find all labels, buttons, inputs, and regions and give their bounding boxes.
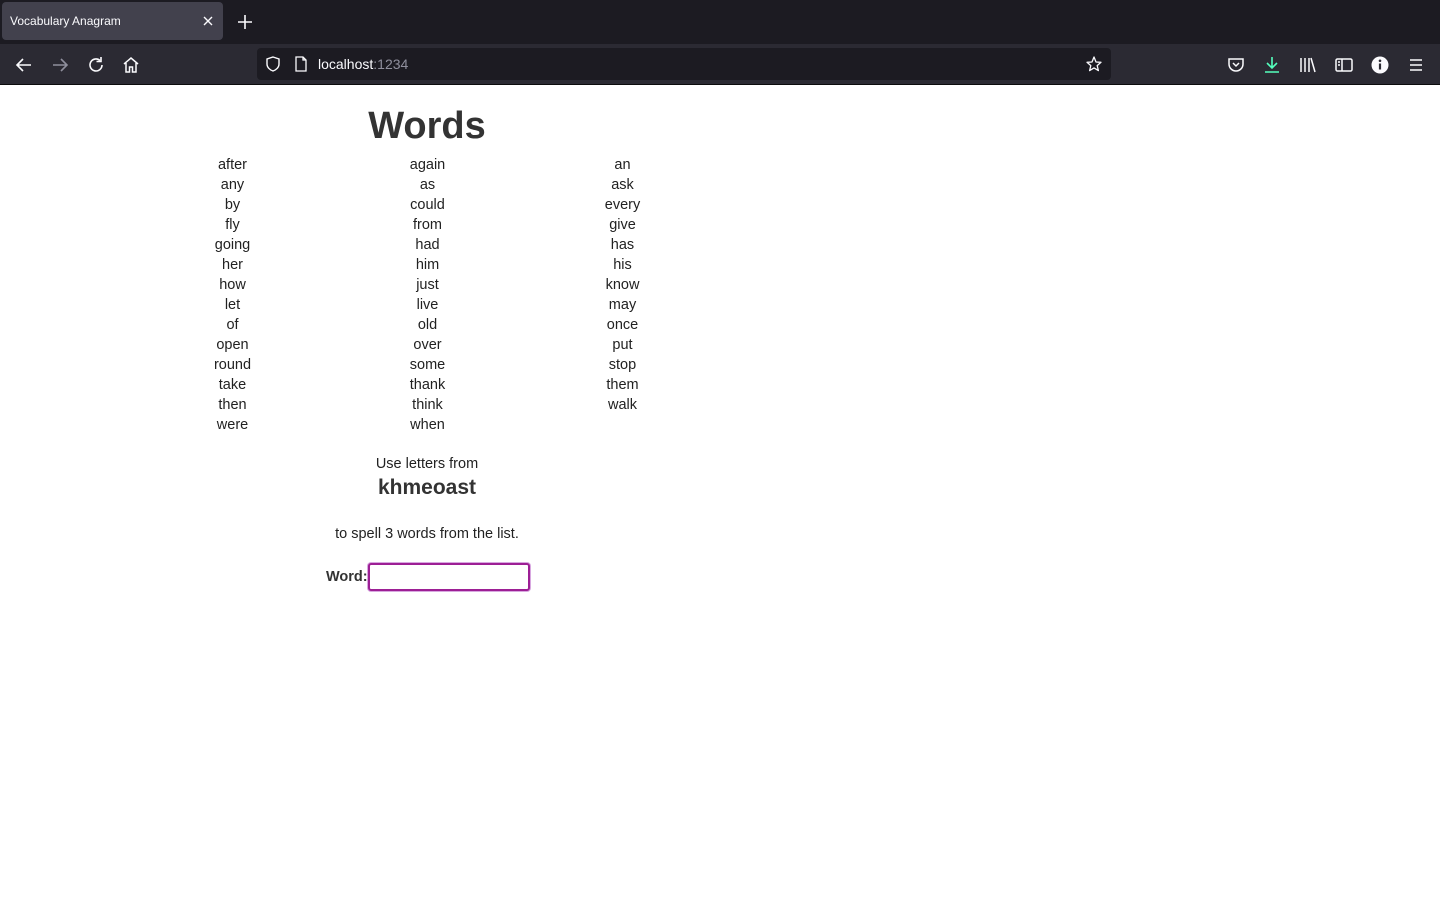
pocket-icon[interactable] xyxy=(1224,53,1248,77)
info-icon[interactable] xyxy=(1368,53,1392,77)
url-text: localhost:1234 xyxy=(318,56,408,72)
letters: khmeoast xyxy=(377,476,477,499)
word-item: going xyxy=(214,237,251,253)
word-item: live xyxy=(416,297,439,313)
word-item: let xyxy=(224,297,241,313)
bookmark-star-icon[interactable] xyxy=(1085,55,1103,73)
word-item: every xyxy=(604,197,641,213)
word-item: had xyxy=(415,237,440,253)
word-item: an xyxy=(614,157,631,173)
menu-icon[interactable] xyxy=(1404,53,1428,77)
word-item: know xyxy=(605,277,640,293)
new-tab-icon[interactable] xyxy=(234,11,256,33)
word-item: has xyxy=(610,237,635,253)
sidebar-icon[interactable] xyxy=(1332,53,1356,77)
word-item: were xyxy=(216,417,249,433)
word-item: once xyxy=(606,317,639,333)
home-icon[interactable] xyxy=(119,53,143,77)
word-item: after xyxy=(217,157,247,173)
downloads-icon[interactable] xyxy=(1260,53,1284,77)
word-item: his xyxy=(613,257,632,273)
word-item: old xyxy=(417,317,438,333)
word-item: give xyxy=(609,217,636,233)
close-tab-icon[interactable] xyxy=(199,12,217,30)
word-item: fly xyxy=(225,217,240,233)
shield-icon[interactable] xyxy=(264,55,282,73)
word-item: some xyxy=(409,357,446,373)
page-content: Words after again an any as ask by could every fl… xyxy=(0,85,1440,900)
forward-icon[interactable] xyxy=(48,53,72,77)
library-icon[interactable] xyxy=(1296,53,1320,77)
word-list: after again an any as ask by could every fly from g… xyxy=(135,155,720,435)
back-icon[interactable] xyxy=(12,53,36,77)
word-item: again xyxy=(409,157,446,173)
word-input[interactable] xyxy=(368,563,530,591)
navigation-toolbar: localhost:1234 xyxy=(0,44,1440,85)
word-item: her xyxy=(222,257,243,273)
url-bar[interactable]: localhost:1234 xyxy=(257,48,1111,80)
word-item: any xyxy=(220,177,245,193)
url-port: :1234 xyxy=(373,56,409,72)
word-item: him xyxy=(415,257,440,273)
word-item: round xyxy=(213,357,252,373)
active-tab[interactable]: Vocabulary Anagram xyxy=(2,2,223,40)
word-item: from xyxy=(413,217,442,233)
word-item: by xyxy=(224,197,241,213)
url-host: localhost xyxy=(318,56,374,72)
page-title: Words xyxy=(368,105,486,147)
word-item: then xyxy=(218,397,247,413)
word-item: just xyxy=(416,277,439,293)
word-item: think xyxy=(412,397,443,413)
word-item: may xyxy=(608,297,637,313)
page-icon[interactable] xyxy=(292,55,310,73)
word-item xyxy=(525,415,720,435)
word-item: of xyxy=(226,317,239,333)
word-item: walk xyxy=(607,397,637,413)
word-item: them xyxy=(606,377,639,393)
instruction-bottom: to spell 3 words from the list. xyxy=(335,526,519,542)
word-item: thank xyxy=(409,377,446,393)
word-item: how xyxy=(219,277,246,293)
word-item: over xyxy=(413,337,442,353)
reload-icon[interactable] xyxy=(84,53,108,77)
word-label: Word: xyxy=(326,569,368,585)
word-item: could xyxy=(410,197,445,213)
word-item: as xyxy=(419,177,436,193)
word-item: ask xyxy=(611,177,634,193)
word-item: take xyxy=(218,377,247,393)
word-item: when xyxy=(410,417,445,433)
word-item: stop xyxy=(608,357,637,373)
word-item: put xyxy=(612,337,633,353)
instruction-top: Use letters from xyxy=(375,456,479,472)
tab-strip: Vocabulary Anagram xyxy=(0,0,1440,44)
tab-title: Vocabulary Anagram xyxy=(10,14,121,28)
word-item: open xyxy=(216,337,249,353)
